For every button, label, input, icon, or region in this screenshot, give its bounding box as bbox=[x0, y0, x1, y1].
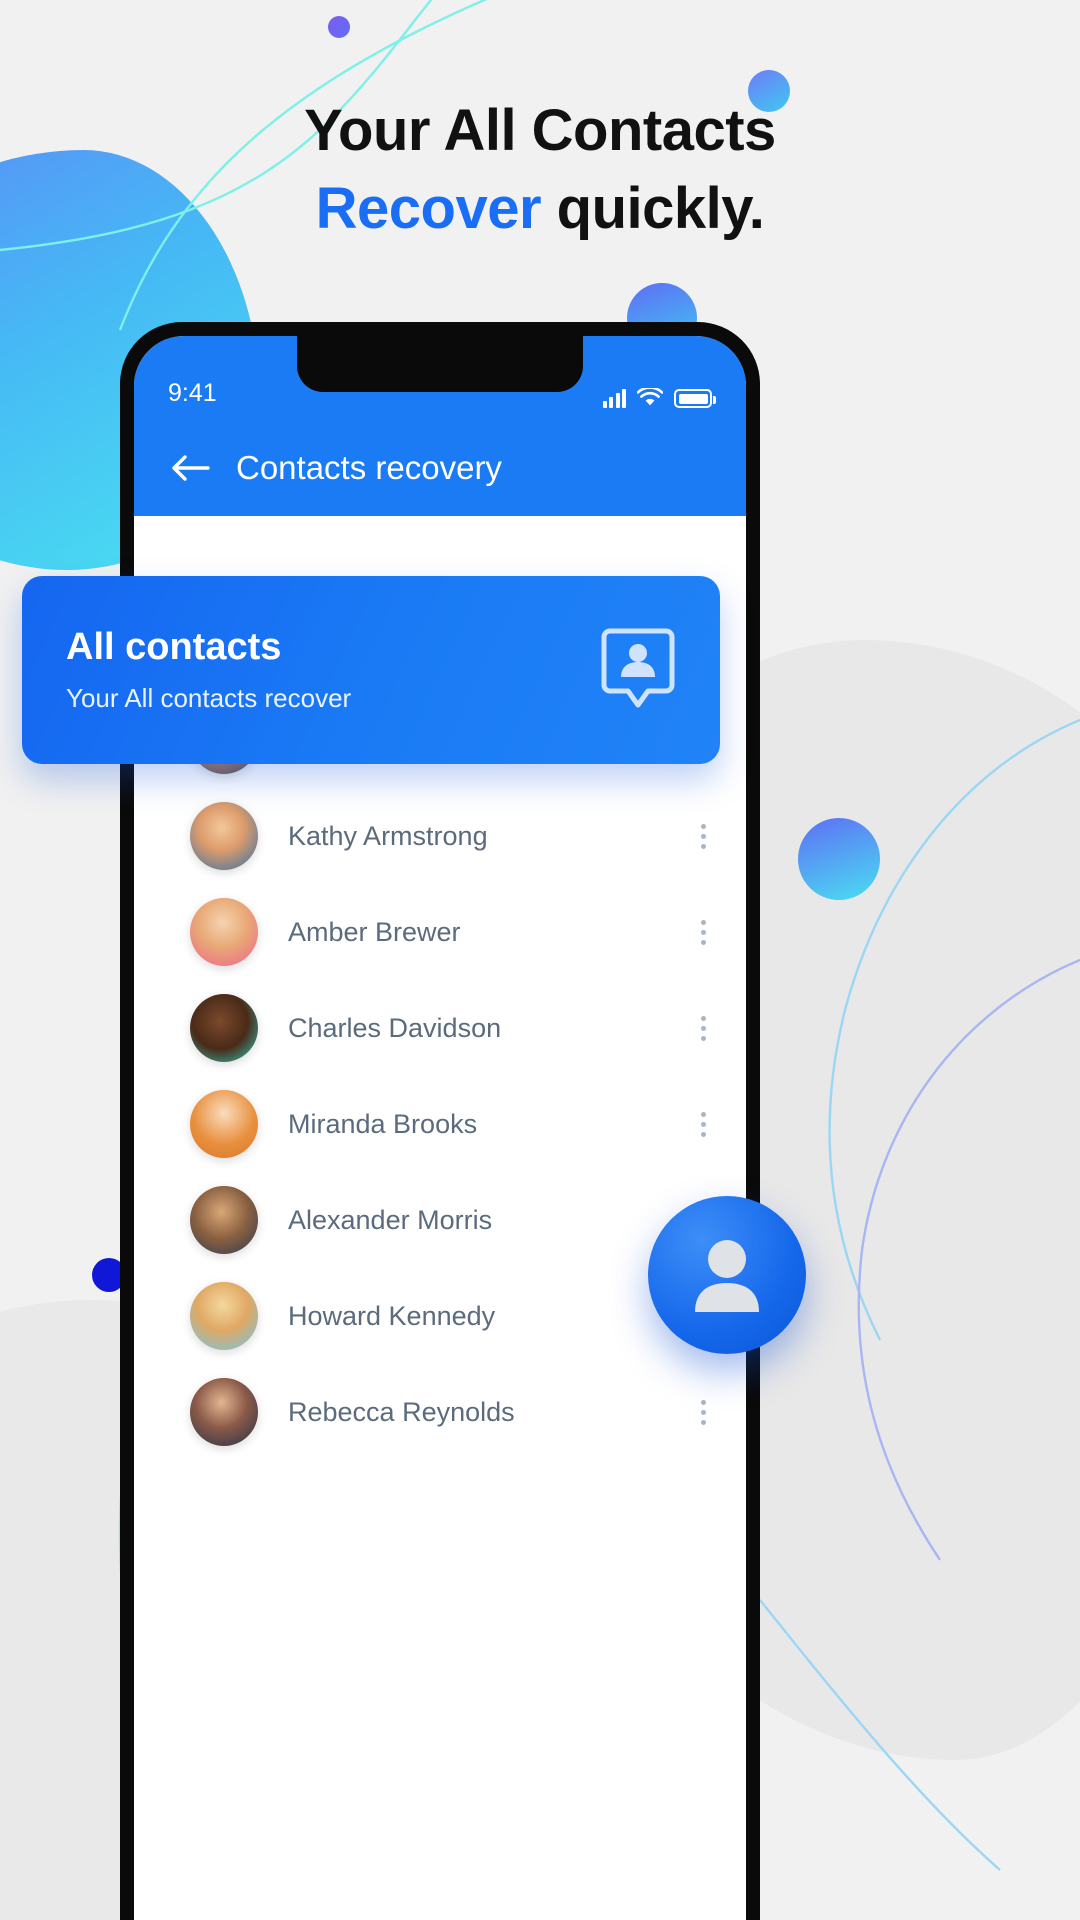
cellular-signal-icon bbox=[602, 388, 626, 408]
status-time: 9:41 bbox=[168, 379, 217, 407]
contact-name: Rebecca Reynolds bbox=[288, 1396, 515, 1427]
all-contacts-card[interactable]: All contacts Your All contacts recover bbox=[22, 576, 720, 764]
person-icon bbox=[695, 1240, 759, 1312]
headline-line-2: Recover quickly. bbox=[0, 170, 1080, 248]
phone-mockup: 9:41 Contacts recovery Kathy Armstrong A… bbox=[120, 322, 760, 1920]
contact-name: Kathy Armstrong bbox=[288, 820, 488, 851]
contact-row[interactable]: Kathy Armstrong bbox=[134, 788, 746, 884]
avatar bbox=[190, 1378, 258, 1446]
wifi-icon bbox=[637, 388, 663, 406]
avatar bbox=[190, 994, 258, 1062]
avatar bbox=[190, 1282, 258, 1350]
purple-dot bbox=[328, 16, 350, 38]
headline-line-2-rest: quickly. bbox=[541, 176, 765, 241]
kebab-menu-icon[interactable] bbox=[695, 1106, 712, 1143]
avatar bbox=[190, 1186, 258, 1254]
kebab-menu-icon[interactable] bbox=[695, 1010, 712, 1047]
contact-row[interactable]: Miranda Brooks bbox=[134, 1076, 746, 1172]
status-icons bbox=[602, 388, 716, 408]
contact-name: Amber Brewer bbox=[288, 916, 461, 947]
contact-card-icon bbox=[601, 628, 675, 708]
app-bar: Contacts recovery bbox=[134, 420, 746, 516]
avatar bbox=[190, 898, 258, 966]
all-contacts-card-subtitle: Your All contacts recover bbox=[66, 683, 352, 713]
contact-name: Howard Kennedy bbox=[288, 1300, 496, 1331]
blue-dot-right bbox=[798, 818, 880, 900]
contact-name: Charles Davidson bbox=[288, 1012, 502, 1043]
contact-row[interactable]: Charles Davidson bbox=[134, 980, 746, 1076]
contact-row[interactable]: Rebecca Reynolds bbox=[134, 1364, 746, 1460]
all-contacts-card-title: All contacts bbox=[66, 626, 282, 668]
avatar bbox=[190, 1090, 258, 1158]
kebab-menu-icon[interactable] bbox=[695, 1394, 712, 1431]
contact-name: Miranda Brooks bbox=[288, 1108, 478, 1139]
battery-full-icon bbox=[674, 389, 716, 408]
app-bar-title: Contacts recovery bbox=[236, 449, 502, 486]
status-bar: 9:41 bbox=[134, 336, 746, 420]
back-arrow-icon[interactable] bbox=[170, 452, 210, 484]
phone-screen: 9:41 Contacts recovery Kathy Armstrong A… bbox=[134, 336, 746, 1920]
kebab-menu-icon[interactable] bbox=[695, 914, 712, 951]
page-title: Your All Contacts Recover quickly. bbox=[0, 92, 1080, 248]
kebab-menu-icon[interactable] bbox=[695, 818, 712, 855]
phone-notch bbox=[297, 336, 583, 392]
promo-screenshot: Your All Contacts Recover quickly. 9:41 bbox=[0, 0, 1080, 1920]
headline-line-1: Your All Contacts bbox=[304, 98, 776, 163]
all-contacts-card-text: All contacts Your All contacts recover bbox=[66, 626, 600, 714]
headline-accent-word: Recover bbox=[315, 176, 542, 241]
contact-name: Alexander Morris bbox=[288, 1204, 493, 1235]
avatar bbox=[190, 802, 258, 870]
add-contact-fab[interactable] bbox=[648, 1196, 806, 1354]
contact-row[interactable]: Amber Brewer bbox=[134, 884, 746, 980]
